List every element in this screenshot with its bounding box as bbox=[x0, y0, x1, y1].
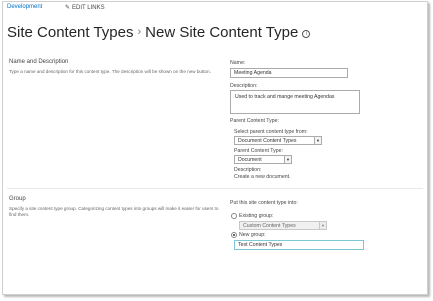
new-group-input[interactable]: Test Content Types bbox=[234, 240, 364, 250]
select-from-label: Select parent content type from: bbox=[234, 129, 308, 135]
group-section-description: Specify a site content type group. Categ… bbox=[9, 206, 219, 217]
group-section-title: Group bbox=[9, 196, 26, 202]
name-section-description: Type a name and description for this con… bbox=[9, 69, 211, 74]
chevron-down-icon: ▼ bbox=[284, 156, 291, 163]
parent-description-value: Create a new document. bbox=[234, 174, 291, 180]
pencil-icon: ✎ bbox=[65, 5, 71, 11]
edit-links-label: EDIT LINKS bbox=[72, 5, 105, 11]
description-label: Description: bbox=[230, 83, 258, 89]
existing-group-label: Existing group: bbox=[239, 213, 274, 219]
parent-type-value: Document bbox=[238, 157, 262, 163]
name-section-title: Name and Description bbox=[9, 59, 69, 65]
select-from-value: Document Content Types bbox=[238, 138, 297, 144]
name-input[interactable]: Meeting Agenda bbox=[230, 68, 348, 78]
chevron-down-icon: ▼ bbox=[319, 222, 326, 229]
parent-description-label: Description: bbox=[234, 167, 262, 173]
existing-group-value: Custom Content Types bbox=[243, 223, 296, 229]
new-group-radio[interactable] bbox=[231, 232, 237, 238]
existing-group-dropdown[interactable]: Custom Content Types ▼ bbox=[239, 221, 327, 230]
name-label: Name: bbox=[230, 60, 246, 66]
page-title: New Site Content Type bbox=[145, 24, 299, 41]
new-group-label: New group: bbox=[239, 232, 266, 238]
page-title-bar: Site Content Types › New Site Content Type… bbox=[7, 24, 311, 44]
put-into-label: Put this site content type into: bbox=[230, 200, 298, 206]
description-textarea[interactable]: Used to track and mange meeting Agendas bbox=[230, 90, 360, 114]
edit-links[interactable]: ✎ EDIT LINKS bbox=[65, 4, 105, 11]
breadcrumb-separator: › bbox=[137, 26, 142, 38]
parent-content-type-label: Parent Content Type: bbox=[230, 118, 279, 124]
page-frame: Development ✎ EDIT LINKS Site Content Typ… bbox=[2, 1, 428, 295]
breadcrumb-parent[interactable]: Site Content Types bbox=[7, 24, 133, 41]
section-divider bbox=[7, 188, 423, 189]
select-from-dropdown[interactable]: Document Content Types ▼ bbox=[234, 136, 322, 145]
info-icon[interactable]: i bbox=[302, 30, 311, 38]
chevron-down-icon: ▼ bbox=[314, 137, 321, 144]
parent-type-label: Parent Content Type: bbox=[234, 148, 283, 154]
existing-group-radio[interactable] bbox=[231, 213, 237, 219]
site-link[interactable]: Development bbox=[7, 4, 42, 10]
parent-type-dropdown[interactable]: Document ▼ bbox=[234, 155, 292, 164]
